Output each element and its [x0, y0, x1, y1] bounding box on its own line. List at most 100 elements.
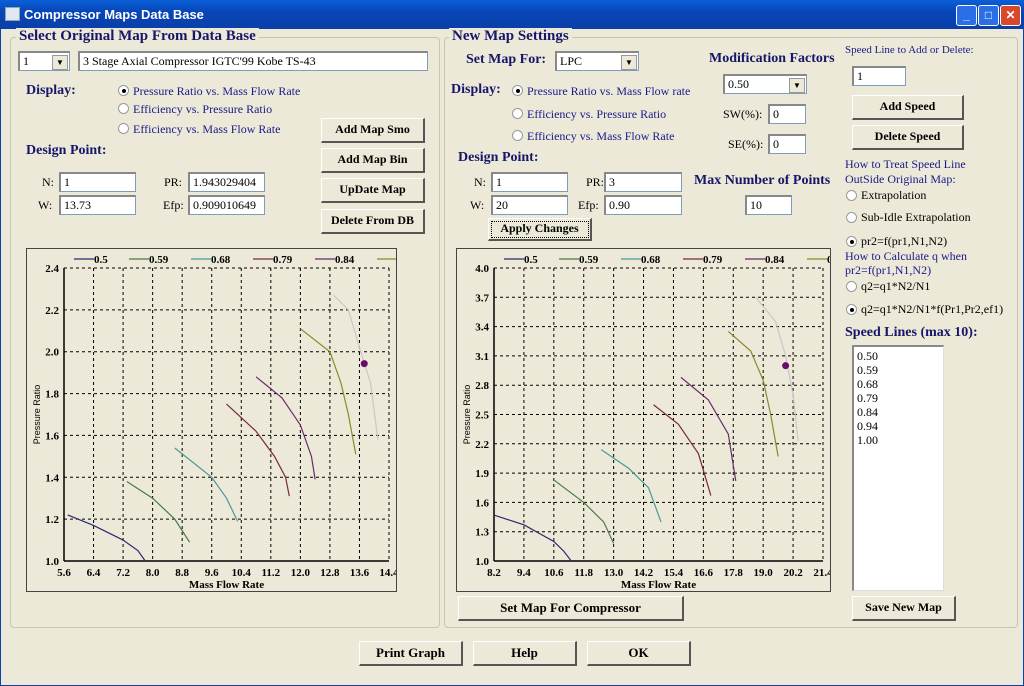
- speed-line-item[interactable]: 0.50: [857, 349, 940, 363]
- sw-field[interactable]: 0: [768, 104, 806, 124]
- add-speed-button[interactable]: Add Speed: [852, 95, 964, 120]
- design-point-label: Design Point:: [458, 150, 539, 165]
- original-map-chart: 5.6 6.4 7.2 8.0 8.8 9.6 10.4 11.2 12.0 12.8 13.6 14…: [26, 248, 397, 592]
- radio-extrapolation[interactable]: [846, 190, 857, 201]
- map-name-field[interactable]: 3 Stage Axial Compressor IGTC'99 Kobe TS…: [78, 51, 428, 71]
- legend-label: 0.79: [703, 254, 723, 266]
- update-map-button[interactable]: UpDate Map: [321, 178, 425, 203]
- map-number-select[interactable]: 1 ▼: [18, 51, 70, 71]
- speed-lines-list[interactable]: 0.50 0.59 0.68 0.79 0.84 0.94 1.00: [852, 345, 944, 591]
- chevron-down-icon[interactable]: ▼: [789, 78, 805, 93]
- x-tick-label: 9.4: [517, 567, 531, 579]
- ok-button[interactable]: OK: [587, 641, 691, 666]
- x-tick-label: 5.6: [57, 567, 71, 579]
- y-tick-label: 2.4: [45, 263, 59, 275]
- radio-label: Pressure Ratio vs. Mass Flow Rate: [133, 84, 301, 98]
- radio-pr2-function[interactable]: [846, 236, 857, 247]
- help-button[interactable]: Help: [473, 641, 577, 666]
- speed-line-field[interactable]: 1: [852, 66, 906, 86]
- add-map-bin-button[interactable]: Add Map Bin: [321, 148, 425, 173]
- map-number-value: 1: [23, 54, 29, 68]
- y-tick-label: 2.0: [45, 347, 59, 359]
- radio-eff-vs-mass-flow[interactable]: [118, 123, 129, 134]
- design-point-marker: [360, 360, 368, 368]
- max-points-field[interactable]: 10: [745, 195, 792, 215]
- display-label: Display:: [451, 82, 501, 97]
- y-tick-label: 1.8: [45, 389, 59, 401]
- x-tick-label: 11.8: [574, 567, 593, 579]
- radio-eff-vs-mass-flow[interactable]: [512, 130, 523, 141]
- w-field[interactable]: 20: [491, 195, 568, 215]
- pr-label: PR:: [164, 175, 183, 189]
- speed-line-item[interactable]: 0.84: [857, 405, 940, 419]
- close-button[interactable]: ✕: [1000, 5, 1021, 26]
- speed-line-0.59: [126, 480, 191, 543]
- chevron-down-icon[interactable]: ▼: [52, 55, 68, 70]
- speed-line-item[interactable]: 0.68: [857, 377, 940, 391]
- x-axis-label: Mass Flow Rate: [189, 579, 264, 591]
- new-map-chart: 8.2 9.4 10.6 11.8 13.0 14.2 15.4 16.6 17.8 19.0 20…: [456, 248, 831, 592]
- radio-eff-vs-pr[interactable]: [118, 103, 129, 114]
- modification-factor-select[interactable]: 0.50 ▼: [723, 74, 807, 94]
- apply-changes-button[interactable]: Apply Changes: [488, 218, 592, 241]
- set-map-for-label: Set Map For:: [466, 52, 547, 67]
- y-tick-label: 3.1: [475, 351, 489, 363]
- speed-line-item[interactable]: 0.59: [857, 363, 940, 377]
- add-map-smo-button[interactable]: Add Map Smo: [321, 118, 425, 143]
- speed-line-1: [755, 296, 799, 441]
- radio-label: Efficiency vs. Pressure Ratio: [133, 102, 273, 116]
- x-tick-label: 10.4: [232, 567, 252, 579]
- w-field[interactable]: 13.73: [59, 195, 136, 215]
- x-tick-label: 15.4: [664, 567, 684, 579]
- radio-pr-vs-mass-flow[interactable]: [118, 85, 129, 96]
- calc-label: pr2=f(pr1,N1,N2): [845, 263, 932, 277]
- max-points-label: Max Number of Points: [694, 173, 831, 188]
- print-graph-button[interactable]: Print Graph: [359, 641, 463, 666]
- radio-q2-simple[interactable]: [846, 281, 857, 292]
- set-map-for-compressor-button[interactable]: Set Map For Compressor: [458, 596, 684, 621]
- radio-label: Efficiency vs. Mass Flow Rate: [527, 129, 675, 143]
- y-tick-label: 2.2: [475, 439, 489, 451]
- y-tick-label: 1.6: [45, 430, 59, 442]
- design-point-label: Design Point:: [26, 143, 107, 158]
- radio-label: Sub-Idle Extrapolation: [861, 210, 971, 224]
- speed-line-item[interactable]: 0.94: [857, 419, 940, 433]
- set-map-for-value: LPC: [560, 54, 583, 68]
- legend-label: 0.59: [149, 254, 169, 266]
- pr-field[interactable]: 1.943029404: [188, 172, 265, 192]
- n-field[interactable]: 1: [59, 172, 136, 192]
- efp-field[interactable]: 0.909010649: [188, 195, 265, 215]
- chevron-down-icon[interactable]: ▼: [621, 55, 637, 70]
- save-new-map-button[interactable]: Save New Map: [852, 596, 956, 621]
- delete-from-db-button[interactable]: Delete From DB: [321, 209, 425, 234]
- radio-label: pr2=f(pr1,N1,N2): [861, 234, 948, 248]
- legend-label: 0.84: [335, 254, 355, 266]
- y-tick-label: 3.7: [475, 292, 489, 304]
- n-field[interactable]: 1: [491, 172, 568, 192]
- x-tick-label: 9.6: [205, 567, 219, 579]
- radio-sub-idle-extrapolation[interactable]: [846, 212, 857, 223]
- x-tick-label: 16.6: [694, 567, 714, 579]
- radio-pr-vs-mass-flow[interactable]: [512, 85, 523, 96]
- maximize-button[interactable]: □: [978, 5, 999, 26]
- legend-label: 0.68: [641, 254, 661, 266]
- delete-speed-button[interactable]: Delete Speed: [852, 125, 964, 150]
- radio-label: Extrapolation: [861, 188, 927, 202]
- se-field[interactable]: 0: [768, 134, 806, 154]
- radio-eff-vs-pr[interactable]: [512, 108, 523, 119]
- design-point-marker: [782, 362, 790, 370]
- pr-field[interactable]: 3: [604, 172, 682, 192]
- legend-label: 0.59: [579, 254, 599, 266]
- efp-field[interactable]: 0.90: [604, 195, 682, 215]
- set-map-for-select[interactable]: LPC ▼: [555, 51, 639, 71]
- display-label: Display:: [26, 83, 76, 98]
- minimize-button[interactable]: _: [956, 5, 977, 26]
- sw-label: SW(%):: [723, 107, 763, 121]
- speed-line-0.5: [67, 514, 146, 562]
- speed-line-1: [333, 294, 379, 440]
- speed-line-0.84: [680, 376, 737, 482]
- speed-line-item[interactable]: 0.79: [857, 391, 940, 405]
- radio-q2-corrected[interactable]: [846, 304, 857, 315]
- y-tick-label: 2.5: [475, 410, 489, 422]
- speed-line-item[interactable]: 1.00: [857, 433, 940, 447]
